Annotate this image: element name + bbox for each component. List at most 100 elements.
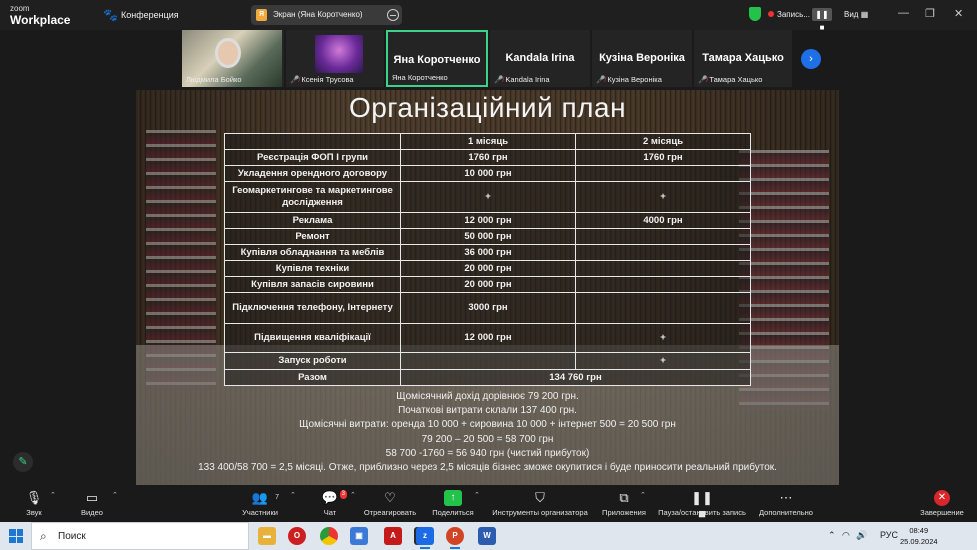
recording-indicator: Запись... xyxy=(768,10,810,19)
participant-name: Кузіна Вероніка xyxy=(607,75,662,84)
table-cell: + xyxy=(400,181,576,213)
audio-button[interactable]: 🎙 Звук xyxy=(20,490,48,517)
organizational-plan-table: 1 місяць 2 місяць Реєстрація ФОП I групи… xyxy=(224,133,751,386)
slide-notes: Щомісячний дохід дорівнює 79 200 грн. По… xyxy=(136,390,839,475)
more-icon: ⋯ xyxy=(779,490,793,505)
table-cell-label: Підвищення кваліфікації xyxy=(224,323,401,353)
brand-name: Workplace xyxy=(10,13,71,27)
table-header-row: 1 місяць 2 місяць xyxy=(224,133,751,150)
table-cell: 20 000 грн xyxy=(400,276,576,293)
table-cell-label: Підключення телефону, Інтернету xyxy=(224,292,401,324)
close-icon[interactable]: ✕ xyxy=(954,7,963,20)
word-icon[interactable]: W xyxy=(478,527,496,545)
heart-icon: ♡ xyxy=(384,490,396,505)
view-button[interactable]: Вид ▦ xyxy=(844,10,868,19)
table-cell: + xyxy=(575,352,751,370)
video-options-chevron-icon[interactable]: ⌃ xyxy=(112,491,118,499)
chrome-icon[interactable] xyxy=(320,527,338,545)
input-language[interactable]: РУС xyxy=(880,530,898,540)
minimize-icon[interactable]: — xyxy=(898,7,909,19)
table-row: Підвищення кваліфікації 12 000 грн + xyxy=(224,323,751,353)
chat-options-chevron-icon[interactable]: ⌃ xyxy=(350,491,356,499)
screen-share-indicator[interactable]: Я Экран (Яна Коротченко) xyxy=(251,5,402,25)
tray-chevron-icon[interactable]: ⌃ xyxy=(828,530,836,541)
annotate-pen-icon[interactable]: ✎ xyxy=(13,452,33,472)
participant-strip: Людмила Бойко 🎤̸ Ксенія Трусова Яна Корот… xyxy=(182,30,792,88)
participant-tile[interactable]: Тамара Хацько 🎤̸ Тамара Хацько xyxy=(694,30,792,87)
participants-options-chevron-icon[interactable]: ⌃ xyxy=(290,491,296,499)
host-tools-button[interactable]: ⛉ Инструменты организатора xyxy=(490,490,590,517)
table-cell xyxy=(575,244,751,261)
table-row: Реклама 12 000 грн 4000 грн xyxy=(224,212,751,229)
store-icon[interactable]: ▣ xyxy=(350,527,368,545)
presenter-badge: Я xyxy=(256,9,267,21)
participant-name-row: 🎤̸ Кузіна Вероніка xyxy=(596,75,662,84)
apps-options-chevron-icon[interactable]: ⌃ xyxy=(640,491,646,499)
pause-stop-recording-button[interactable]: ❚❚ ■ Пауза/остановить запись xyxy=(657,490,747,521)
note-line: 79 200 – 20 500 = 58 700 грн xyxy=(421,433,554,445)
participant-tile[interactable]: Кузіна Вероніка 🎤̸ Кузіна Вероніка xyxy=(592,30,692,87)
opera-icon[interactable]: O xyxy=(288,527,306,545)
security-shield-icon[interactable] xyxy=(749,7,761,21)
note-line: 133 400/58 700 = 2,5 місяці. Отже, прибл… xyxy=(198,462,777,474)
taskbar-clock[interactable]: 08:49 25.09.2024 xyxy=(900,525,938,547)
table-cell: 1760 грн xyxy=(575,149,751,166)
host-tools-label: Инструменты организатора xyxy=(492,508,588,517)
table-total-row: Разом 134 760 грн xyxy=(224,369,751,386)
restore-icon[interactable]: ❐ xyxy=(925,7,935,20)
reactions-button[interactable]: ♡ Отреагировать xyxy=(362,490,418,517)
network-icon[interactable]: ◠ xyxy=(842,530,850,541)
view-options-icon[interactable] xyxy=(387,9,399,21)
table-cell xyxy=(575,276,751,293)
participant-avatar xyxy=(315,35,363,73)
table-cell-label: Купівля техніки xyxy=(224,260,401,277)
participant-name: Ксенія Трусова xyxy=(301,75,354,84)
recording-pause-stop-button[interactable]: ❚❚ ■ xyxy=(812,8,832,32)
zoom-taskbar-icon[interactable]: z xyxy=(416,527,434,549)
table-cell xyxy=(400,352,576,370)
participants-icon: 👥 7 xyxy=(251,490,279,505)
acrobat-icon[interactable]: A xyxy=(384,527,402,545)
table-row: Купівля обладнання та меблів 36 000 грн xyxy=(224,244,751,261)
speaker-icon[interactable]: 🔊 xyxy=(856,530,867,541)
participant-name-row: 🎤̸ Ксенія Трусова xyxy=(290,75,354,84)
table-row: Ремонт 50 000 грн xyxy=(224,228,751,245)
table-total-value: 134 760 грн xyxy=(400,369,751,386)
powerpoint-icon[interactable]: P xyxy=(446,527,464,549)
chat-icon: 💬 3 xyxy=(321,490,347,505)
note-line: Щомісячний дохід дорівнює 79 200 грн. xyxy=(396,391,579,402)
more-button[interactable]: ⋯ Дополнительно xyxy=(757,490,815,517)
screen-share-label: Экран (Яна Коротченко) xyxy=(273,10,363,19)
table-row: Реєстрація ФОП I групи 1760 грн 1760 грн xyxy=(224,149,751,166)
taskbar-search[interactable]: ⌕ Поиск xyxy=(31,522,249,550)
table-cell-label: Купівля запасів сировини xyxy=(224,276,401,293)
table-cell xyxy=(575,260,751,277)
participants-count: 7 xyxy=(275,494,279,501)
video-button[interactable]: ▭ Видео xyxy=(78,490,106,517)
participant-tile[interactable]: 🎤̸ Ксенія Трусова xyxy=(286,30,384,87)
participants-button[interactable]: 👥 7 Участники xyxy=(240,490,280,517)
table-row: Купівля запасів сировини 20 000 грн xyxy=(224,276,751,293)
participant-name: Тамара Хацько xyxy=(709,75,763,84)
record-dot-icon xyxy=(768,11,774,17)
participant-tile-active-speaker[interactable]: Яна Коротченко Яна Коротченко xyxy=(386,30,488,87)
reactions-label: Отреагировать xyxy=(363,508,417,517)
camera-icon: ▭ xyxy=(85,490,99,505)
file-explorer-icon[interactable]: ▬ xyxy=(258,527,276,545)
clock-time: 08:49 xyxy=(909,526,929,535)
participant-name: Яна Коротченко xyxy=(392,73,448,82)
table-cell: 4000 грн xyxy=(575,212,751,229)
table-header-cell: 2 місяць xyxy=(575,133,751,150)
audio-options-chevron-icon[interactable]: ⌃ xyxy=(50,491,56,499)
participant-tile[interactable]: Людмила Бойко xyxy=(182,30,284,87)
chat-button[interactable]: 💬 3 Чат xyxy=(318,490,347,517)
participant-tile[interactable]: Kandala Irina 🎤̸ Kandala Irina xyxy=(490,30,590,87)
share-options-chevron-icon[interactable]: ⌃ xyxy=(474,491,480,499)
end-meeting-button[interactable]: ✕ Завершение xyxy=(918,490,966,517)
table-row: Підключення телефону, Інтернету 3000 грн xyxy=(224,292,751,324)
windows-start-icon[interactable] xyxy=(9,529,23,543)
next-participants-button[interactable]: › xyxy=(801,49,821,69)
table-header-cell: 1 місяць xyxy=(400,133,576,150)
share-screen-button[interactable]: ↑ Поделиться xyxy=(430,490,476,517)
table-cell-label: Укладення орендного договору xyxy=(224,165,401,182)
